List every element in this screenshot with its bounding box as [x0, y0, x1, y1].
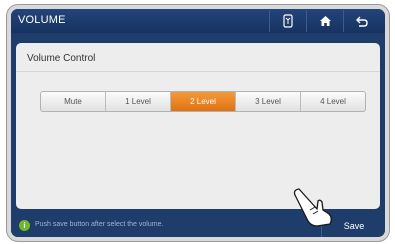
volume-level-selector: Mute 1 Level 2 Level 3 Level 4 Level — [40, 91, 366, 112]
phone-icon — [283, 14, 293, 28]
top-bar: VOLUME — [11, 9, 385, 33]
save-label: Save — [343, 221, 365, 231]
back-icon — [356, 16, 368, 27]
panel-title: Volume Control — [27, 53, 96, 64]
level-3-button[interactable]: 3 Level — [235, 92, 300, 111]
level-1-button[interactable]: 1 Level — [105, 92, 170, 111]
home-icon — [319, 16, 331, 26]
level-2-button[interactable]: 2 Level — [170, 92, 235, 111]
level-4-button[interactable]: 4 Level — [300, 92, 365, 111]
home-button[interactable] — [306, 10, 343, 32]
divider — [16, 71, 380, 72]
hint-text: Push save button after select the volume… — [35, 221, 164, 228]
back-button[interactable] — [343, 10, 380, 32]
info-icon: i — [19, 220, 30, 231]
pointing-hand-icon — [293, 188, 332, 227]
page-title: VOLUME — [18, 14, 66, 26]
level-mute-button[interactable]: Mute — [41, 92, 105, 111]
phone-button[interactable] — [269, 10, 306, 32]
